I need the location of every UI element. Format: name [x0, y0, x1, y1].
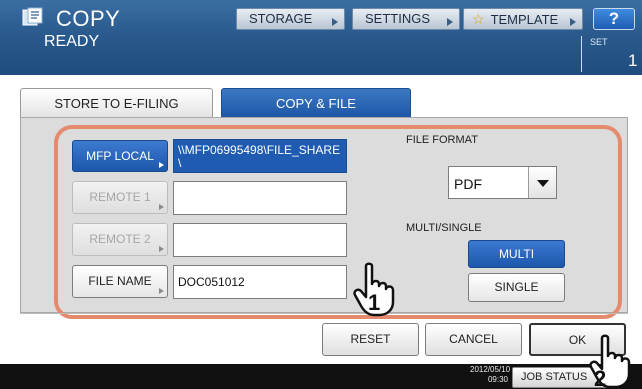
- chevron-down-icon: [537, 180, 549, 187]
- reset-button[interactable]: RESET: [322, 323, 419, 356]
- divider: [20, 313, 628, 314]
- settings-button[interactable]: SETTINGS: [352, 8, 460, 30]
- chevron-right-icon: [159, 162, 164, 168]
- pointing-hand-icon-2: 2: [589, 334, 631, 389]
- chevron-right-icon: [159, 204, 164, 210]
- date-text: 2012/05/10: [470, 365, 511, 374]
- callout-number-2: 2: [594, 366, 606, 389]
- storage-button[interactable]: STORAGE: [236, 8, 345, 30]
- mfp-local-path-field[interactable]: \\MFP06995498\FILE_SHARE\: [173, 139, 347, 173]
- copy-icon: [22, 7, 43, 26]
- file-format-value: PDF: [454, 176, 482, 192]
- file-format-label: FILE FORMAT: [406, 134, 478, 146]
- storage-button-label: STORAGE: [249, 11, 313, 26]
- time-text: 09:30: [487, 375, 508, 384]
- tab-store-to-e-filing[interactable]: STORE TO E-FILING: [20, 88, 213, 118]
- remote-2-button[interactable]: REMOTE 2: [72, 223, 168, 256]
- remote-2-path-field[interactable]: [173, 223, 347, 257]
- pointing-hand-icon-1: 1: [353, 262, 395, 317]
- single-button[interactable]: SINGLE: [468, 273, 565, 302]
- chevron-right-icon: [332, 18, 338, 26]
- remote-2-label: REMOTE 2: [89, 232, 151, 246]
- star-icon: ☆: [472, 11, 485, 27]
- set-label: SET: [590, 37, 608, 47]
- help-button[interactable]: ?: [593, 8, 635, 30]
- set-count: 1: [628, 51, 638, 70]
- file-name-field[interactable]: DOC051012: [173, 265, 347, 299]
- multi-single-label: MULTI/SINGLE: [406, 222, 482, 234]
- status-text: READY: [44, 33, 100, 50]
- dropdown-toggle[interactable]: [528, 167, 556, 198]
- chevron-right-icon: [159, 288, 164, 294]
- set-divider: [581, 36, 582, 72]
- mfp-local-label: MFP LOCAL: [86, 149, 154, 163]
- file-name-label: FILE NAME: [88, 274, 152, 288]
- chevron-right-icon: [159, 246, 164, 252]
- callout-number-1: 1: [368, 290, 380, 315]
- file-format-select[interactable]: PDF: [448, 166, 557, 199]
- top-header: COPY READY STORAGE SETTINGS ☆ TEMPLATE ? …: [0, 0, 642, 75]
- settings-button-label: SETTINGS: [365, 11, 431, 26]
- template-button-label: TEMPLATE: [490, 12, 559, 27]
- cancel-button[interactable]: CANCEL: [425, 323, 522, 356]
- file-name-button[interactable]: FILE NAME: [72, 265, 168, 298]
- tab-copy-and-file[interactable]: COPY & FILE: [221, 88, 411, 118]
- template-button[interactable]: ☆ TEMPLATE: [463, 8, 583, 30]
- chevron-right-icon: [447, 18, 453, 26]
- chevron-right-icon: [570, 18, 576, 26]
- remote-1-label: REMOTE 1: [89, 190, 151, 204]
- remote-1-path-field[interactable]: [173, 181, 347, 215]
- app-title: COPY: [56, 6, 121, 31]
- remote-1-button[interactable]: REMOTE 1: [72, 181, 168, 214]
- multi-button[interactable]: MULTI: [468, 240, 565, 268]
- datetime-readout: 2012/05/10 09:30: [470, 365, 511, 385]
- mfp-local-button[interactable]: MFP LOCAL: [72, 140, 168, 172]
